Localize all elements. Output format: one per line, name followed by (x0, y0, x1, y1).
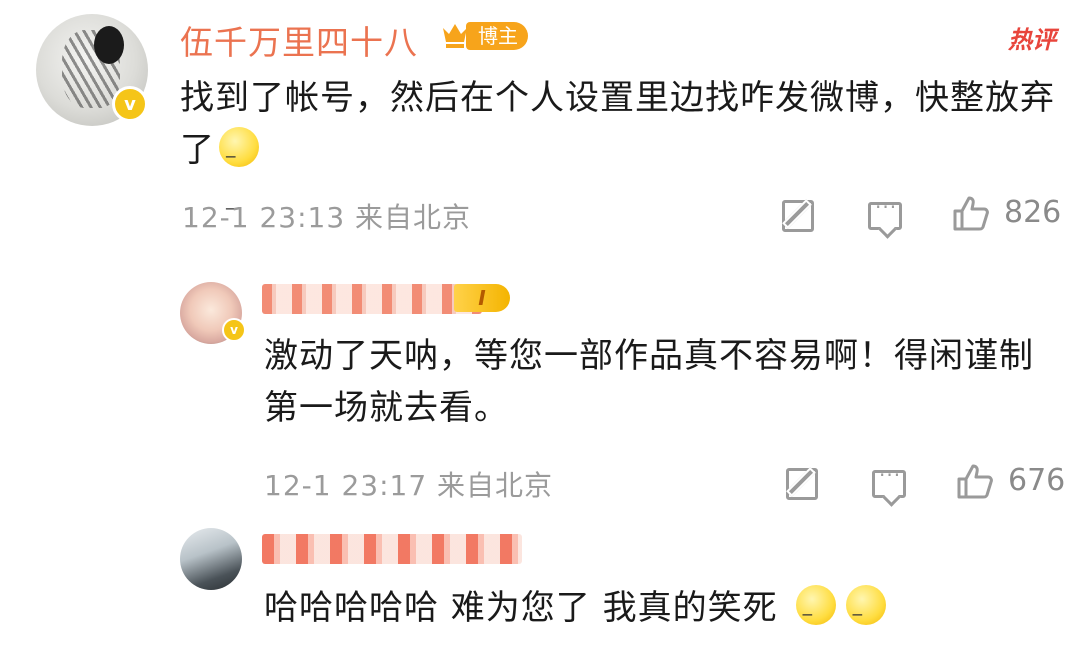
comment-page: v 伍千万里四十八 博主 热评 找到了帐号，然后在个人设置里边找咋发微博，快整放… (0, 0, 1080, 648)
hot-comment-tag: 热评 (1008, 26, 1056, 54)
emoji-icon (219, 127, 259, 235)
reply-body: 哈哈哈哈哈 难为您了 我真的笑死 (264, 588, 778, 628)
like-icon (956, 462, 994, 499)
reply-meta: 12-1 23:17 来自北京 (264, 464, 553, 504)
like-icon (952, 194, 990, 231)
comment-body: 找到了帐号，然后在个人设置里边找咋发微博，快整放弃了 (180, 78, 1055, 170)
verified-badge-icon: v (222, 318, 246, 342)
avatar-art (94, 26, 124, 64)
comment-icon (872, 463, 906, 498)
comment-meta: 12-1 23:13 来自北京 (182, 196, 471, 236)
reply-text: 激动了天呐，等您一部作品真不容易啊！得闲谨制第一场就去看。 (264, 336, 1034, 428)
reply-username-redacted[interactable] (262, 284, 482, 314)
comment-time: 12-1 23:13 (182, 201, 346, 234)
reply-time: 12-1 23:17 (264, 469, 428, 502)
reply-username-redacted[interactable] (262, 534, 522, 564)
edit-icon (782, 200, 814, 232)
like-button[interactable]: 826 (952, 194, 1062, 231)
username[interactable]: 伍千万里四十八 (180, 16, 418, 64)
reply-location: 来自北京 (437, 469, 554, 502)
blogger-badge: 博主 (466, 22, 528, 50)
comment-location: 来自北京 (355, 201, 472, 234)
emoji-icon (795, 585, 836, 648)
comment-text: 找到了帐号，然后在个人设置里边找咋发微博，快整放弃了 (180, 72, 1060, 235)
comment-icon (868, 195, 902, 230)
reply-button[interactable] (868, 195, 902, 230)
avatar[interactable] (180, 528, 242, 590)
share-button[interactable] (786, 468, 818, 500)
reply-text: 哈哈哈哈哈 难为您了 我真的笑死 (264, 582, 1064, 648)
share-button[interactable] (782, 200, 814, 232)
edit-icon (786, 468, 818, 500)
level-badge: I (454, 284, 510, 312)
like-count: 676 (1008, 462, 1066, 498)
verified-badge-icon: v (112, 86, 148, 122)
reply-button[interactable] (872, 463, 906, 498)
like-button[interactable]: 676 (956, 462, 1066, 499)
like-count: 826 (1004, 194, 1062, 230)
emoji-icon (845, 585, 886, 648)
